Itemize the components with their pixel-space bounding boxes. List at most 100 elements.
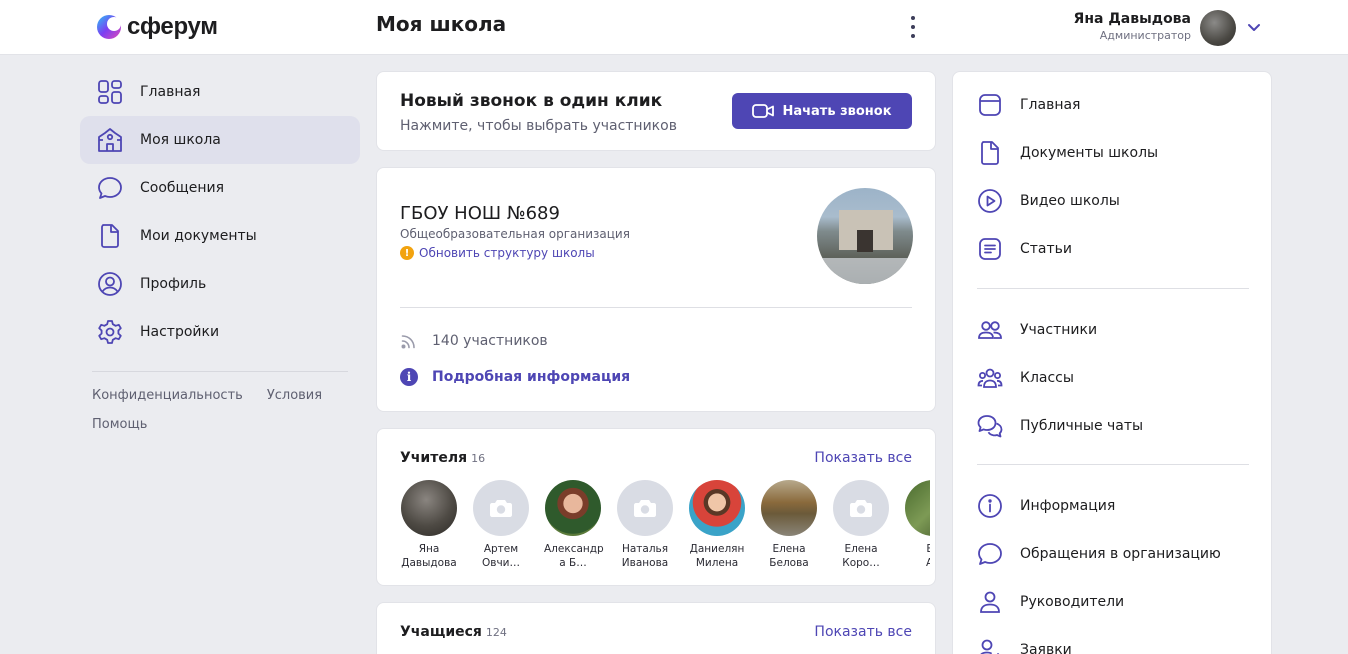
- start-call-button[interactable]: Начать звонок: [732, 93, 912, 129]
- teacher-name: Елена Коро…: [842, 543, 880, 569]
- privacy-link[interactable]: Конфиденциальность: [92, 388, 243, 403]
- terms-link[interactable]: Условия: [267, 388, 322, 403]
- section-label: Статьи: [1020, 241, 1073, 257]
- info-icon: i: [400, 368, 418, 386]
- school-name: ГБОУ НОШ №689: [400, 203, 560, 224]
- section-label: Публичные чаты: [1020, 418, 1144, 434]
- sidebar-item-home[interactable]: Главная: [80, 68, 360, 116]
- camera-icon: [490, 500, 512, 517]
- teacher-name: Артем Овчи…: [482, 543, 520, 569]
- teacher-avatar: [617, 480, 673, 536]
- classes-icon: [977, 368, 1003, 388]
- section-information[interactable]: Информация: [977, 493, 1115, 519]
- divider: [92, 371, 348, 372]
- section-classes[interactable]: Классы: [977, 365, 1074, 391]
- school-icon: [98, 128, 122, 152]
- list-item[interactable]: Елена Белова: [760, 480, 818, 570]
- list-item[interactable]: Яна Давыдова: [400, 480, 458, 570]
- school-info-card: ГБОУ НОШ №689 Общеобразовательная органи…: [376, 167, 936, 412]
- grid-icon: [98, 80, 122, 104]
- section-managers[interactable]: Руководители: [977, 589, 1124, 615]
- section-label: Обращения в организацию: [1020, 546, 1221, 562]
- school-photo[interactable]: [817, 188, 913, 284]
- user-name: Яна Давыдова: [1073, 11, 1191, 27]
- sidebar-item-label: Настройки: [140, 324, 220, 340]
- section-requests[interactable]: Заявки: [977, 637, 1072, 654]
- list-item[interactable]: Александр а Б…: [544, 480, 604, 570]
- logo[interactable]: сферум: [96, 13, 218, 41]
- sidebar-item-label: Моя школа: [140, 132, 221, 148]
- more-options-icon[interactable]: [904, 16, 922, 38]
- list-item[interactable]: Наталья Иванова: [616, 480, 674, 570]
- school-type: Общеобразовательная организация: [400, 227, 630, 241]
- warning-icon: !: [400, 246, 414, 260]
- quick-call-title: Новый звонок в один клик: [400, 91, 663, 111]
- user-info[interactable]: Яна Давыдова Администратор: [1074, 11, 1191, 42]
- avatar[interactable]: [1200, 10, 1236, 46]
- school-sections-nav: Главная Документы школы Видео школы Стат…: [952, 71, 1272, 654]
- section-school-video[interactable]: Видео школы: [977, 188, 1120, 214]
- teacher-name: Яна Давыдова: [401, 543, 457, 569]
- list-item[interactable]: Даниелян Милена: [688, 480, 746, 570]
- quick-call-subtitle: Нажмите, чтобы выбрать участников: [400, 118, 677, 134]
- teachers-show-all-link[interactable]: Показать все: [814, 450, 912, 466]
- update-structure-link[interactable]: ! Обновить структуру школы: [400, 246, 595, 260]
- teacher-name: Наталья Иванова: [621, 543, 669, 569]
- teacher-avatar: [545, 480, 601, 536]
- students-count: 124: [485, 626, 507, 639]
- quick-call-card: Новый звонок в один клик Нажмите, чтобы …: [376, 71, 936, 151]
- section-label: Информация: [1020, 498, 1116, 514]
- students-show-all-link[interactable]: Показать все: [814, 624, 912, 640]
- sidebar-item-settings[interactable]: Настройки: [80, 308, 360, 356]
- help-link[interactable]: Помощь: [92, 417, 147, 432]
- sidebar-item-my-documents[interactable]: Мои документы: [80, 212, 360, 260]
- section-label: Документы школы: [1020, 145, 1159, 161]
- sferum-logo-icon: [97, 15, 121, 39]
- divider: [977, 464, 1249, 465]
- section-appeals[interactable]: Обращения в организацию: [977, 541, 1221, 567]
- broadcast-icon: [401, 335, 415, 349]
- section-label: Заявки: [1020, 642, 1072, 654]
- section-home[interactable]: Главная: [977, 92, 1080, 118]
- article-icon: [979, 238, 1001, 260]
- sidebar-item-label: Главная: [140, 84, 201, 100]
- video-play-icon: [978, 189, 1002, 213]
- section-label: Руководители: [1020, 594, 1125, 610]
- camera-icon: [850, 500, 872, 517]
- list-item[interactable]: Ел Ан: [904, 480, 930, 570]
- teacher-avatar: [473, 480, 529, 536]
- section-public-chats[interactable]: Публичные чаты: [977, 413, 1143, 439]
- sidebar-item-profile[interactable]: Профиль: [80, 260, 360, 308]
- divider: [400, 307, 912, 308]
- section-label: Участники: [1020, 322, 1098, 338]
- home-page-icon: [979, 94, 1001, 116]
- section-articles[interactable]: Статьи: [977, 236, 1072, 262]
- top-bar: сферум Моя школа Яна Давыдова Администра…: [0, 0, 1348, 55]
- section-school-documents[interactable]: Документы школы: [977, 140, 1158, 166]
- section-label: Главная: [1020, 97, 1081, 113]
- person-icon: [980, 591, 1000, 613]
- update-structure-label: Обновить структуру школы: [419, 246, 595, 260]
- teacher-avatar: [833, 480, 889, 536]
- more-info-link[interactable]: i Подробная информация: [400, 368, 630, 386]
- chat-icon: [98, 177, 122, 199]
- section-label: Классы: [1020, 370, 1074, 386]
- list-item[interactable]: Артем Овчи…: [472, 480, 530, 570]
- sidebar-item-my-school[interactable]: Моя школа: [80, 116, 360, 164]
- teachers-list: Яна Давыдова Артем Овчи… Александр а Б… …: [400, 480, 930, 580]
- students-card: Учащиеся 124 Показать все: [376, 602, 936, 654]
- sidebar-item-messages[interactable]: Сообщения: [80, 164, 360, 212]
- divider: [977, 288, 1249, 289]
- teacher-name: Александр а Б…: [544, 543, 604, 569]
- teacher-avatar: [689, 480, 745, 536]
- list-item[interactable]: Елена Коро…: [832, 480, 890, 570]
- teachers-title: Учителя 16: [400, 450, 485, 466]
- teachers-title-label: Учителя: [400, 450, 468, 466]
- teachers-card: Учителя 16 Показать все Яна Давыдова Арте…: [376, 428, 936, 586]
- chevron-down-icon[interactable]: [1246, 19, 1262, 35]
- section-members[interactable]: Участники: [977, 317, 1097, 343]
- sidebar-item-label: Мои документы: [140, 228, 257, 244]
- video-camera-icon: [752, 104, 775, 118]
- document-icon: [101, 224, 119, 248]
- info-icon: [978, 494, 1002, 518]
